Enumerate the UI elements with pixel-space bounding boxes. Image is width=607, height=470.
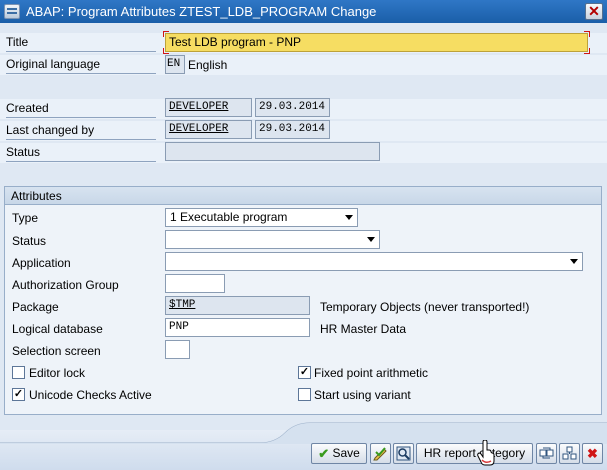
start-using-variant-checkbox[interactable]	[298, 388, 311, 401]
type-label: Type	[12, 211, 39, 225]
save-button-label: Save	[332, 446, 360, 460]
transport-icon	[539, 447, 554, 459]
selection-screen-input[interactable]	[165, 340, 190, 359]
status-field[interactable]	[165, 142, 380, 161]
original-language-label: Original language	[6, 55, 156, 74]
window-title: ABAP: Program Attributes ZTEST_LDB_PROGR…	[26, 4, 377, 19]
last-changed-by-field[interactable]: DEVELOPER	[165, 120, 252, 139]
transport-button[interactable]	[536, 443, 557, 464]
created-label: Created	[6, 99, 156, 118]
magnifier-icon	[396, 446, 411, 461]
attr-status-label: Status	[12, 234, 47, 248]
attributes-group-title: Attributes	[5, 187, 601, 205]
editor-lock-label: Editor lock	[29, 366, 86, 380]
fixed-point-label: Fixed point arithmetic	[314, 366, 429, 380]
type-dropdown-value: 1 Executable program	[170, 210, 288, 224]
fixed-point-checkbox[interactable]: ✓	[298, 366, 311, 379]
package-description: Temporary Objects (never transported!)	[320, 300, 530, 314]
unicode-checks-checkbox[interactable]: ✓	[12, 388, 25, 401]
title-input[interactable]: Test LDB program - PNP	[163, 31, 590, 54]
unicode-checks-label: Unicode Checks Active	[29, 388, 152, 402]
application-dropdown[interactable]	[165, 252, 583, 271]
original-language-code-field[interactable]: EN	[165, 55, 185, 74]
start-using-variant-label: Start using variant	[314, 388, 411, 402]
original-language-name: English	[188, 58, 228, 72]
mouse-hand-cursor	[477, 440, 495, 466]
pencil-check-icon	[373, 447, 387, 461]
close-window-button[interactable]: ✕	[585, 3, 603, 20]
chevron-down-icon	[367, 237, 375, 242]
last-changed-date-field[interactable]: 29.03.2014	[255, 120, 330, 139]
hr-report-category-button[interactable]: HR report category	[416, 443, 533, 464]
logical-database-label: Logical database	[12, 322, 103, 336]
selection-screen-label: Selection screen	[12, 344, 101, 358]
created-by-field[interactable]: DEVELOPER	[165, 98, 252, 117]
syntax-check-button[interactable]	[370, 443, 391, 464]
sap-window-icon[interactable]	[4, 4, 20, 19]
save-button[interactable]: ✔ Save	[311, 443, 367, 464]
package-label: Package	[12, 300, 59, 314]
last-changed-by-value: DEVELOPER	[169, 123, 229, 135]
created-date-field[interactable]: 29.03.2014	[255, 98, 330, 117]
cancel-button[interactable]: ✖	[582, 443, 603, 464]
authorization-group-input[interactable]	[165, 274, 225, 293]
logical-database-input[interactable]: PNP	[165, 318, 310, 337]
last-changed-label: Last changed by	[6, 121, 156, 140]
chevron-down-icon	[570, 259, 578, 264]
application-label: Application	[12, 256, 71, 270]
chevron-down-icon	[345, 215, 353, 220]
authorization-group-label: Authorization Group	[12, 278, 119, 292]
status-label: Status	[6, 143, 156, 162]
cancel-x-icon: ✖	[587, 446, 598, 461]
package-field[interactable]: $TMP	[165, 296, 310, 315]
copy-objects-button[interactable]	[559, 443, 580, 464]
type-dropdown[interactable]: 1 Executable program	[165, 208, 358, 227]
display-object-button[interactable]	[393, 443, 414, 464]
created-by-value: DEVELOPER	[169, 101, 229, 113]
attr-status-dropdown[interactable]	[165, 230, 380, 249]
checkmark-icon: ✔	[318, 446, 330, 462]
package-value: $TMP	[169, 299, 196, 311]
logical-database-description: HR Master Data	[320, 322, 407, 336]
title-label: Title	[6, 33, 156, 52]
footer-curve	[0, 422, 607, 444]
title-input-value: Test LDB program - PNP	[169, 35, 302, 49]
editor-lock-checkbox[interactable]	[12, 366, 25, 379]
objects-icon	[562, 446, 577, 460]
